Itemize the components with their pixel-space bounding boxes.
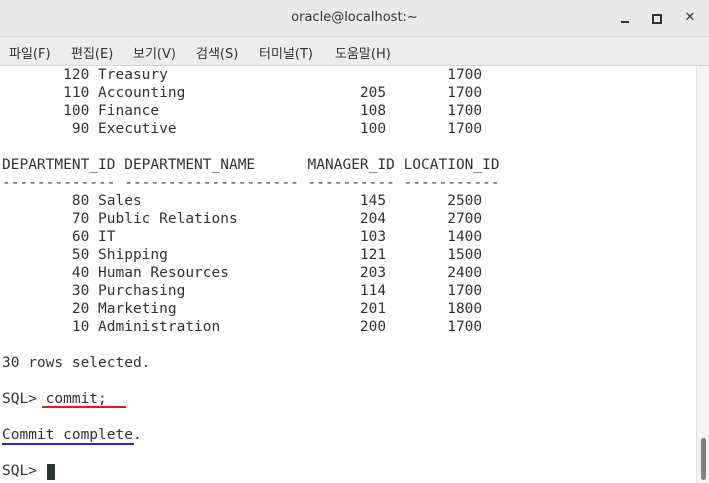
commit-complete-line: Commit complete. [2,427,142,443]
terminal-line: 30 Purchasing 114 1700 [2,283,483,299]
menu-terminal[interactable]: 터미널(T) [259,43,313,62]
terminal-line: 110 Accounting 205 1700 [2,85,483,101]
terminal-line: 120 Treasury 1700 [2,67,483,83]
column-header-line: DEPARTMENT_ID DEPARTMENT_NAME MANAGER_ID… [2,157,500,173]
terminal-line: 90 Executive 100 1700 [2,121,483,137]
terminal-cursor [47,464,55,480]
window-title: oracle@localhost:~ [291,10,418,25]
maximize-button[interactable] [646,8,666,28]
terminal-window: oracle@localhost:~ ✕ 파일(F) 편집(E) 보기(V) 검… [0,0,709,483]
menu-edit[interactable]: 편집(E) [71,43,113,62]
commit-complete-annotation-underline [2,443,134,445]
terminal-line: 70 Public Relations 204 2700 [2,211,483,227]
terminal-line: 80 Sales 145 2500 [2,193,483,209]
menu-search[interactable]: 검색(S) [196,43,238,62]
close-button[interactable]: ✕ [680,8,700,28]
terminal-line: 10 Administration 200 1700 [2,319,483,335]
terminal-line: 100 Finance 108 1700 [2,103,483,119]
terminal-line: 40 Human Resources 203 2400 [2,265,483,281]
terminal-line: 20 Marketing 201 1800 [2,301,483,317]
title-bar[interactable]: oracle@localhost:~ ✕ [0,0,709,37]
close-icon: ✕ [684,10,696,25]
minimize-button[interactable] [616,8,636,28]
scrollbar-thumb[interactable] [701,438,706,480]
terminal-line: 60 IT 103 1400 [2,229,483,245]
menu-bar: 파일(F) 편집(E) 보기(V) 검색(S) 터미널(T) 도움말(H) [0,37,709,66]
menu-file[interactable]: 파일(F) [9,43,51,62]
terminal-output[interactable]: 120 Treasury 1700 110 Accounting 205 170… [0,66,696,483]
terminal-line: 50 Shipping 121 1500 [2,247,483,263]
column-separator-line: ------------- -------------------- -----… [2,175,500,191]
vertical-scrollbar[interactable] [696,66,709,483]
maximize-icon [652,14,662,24]
sql-prompt-line: SQL> [2,463,46,479]
commit-annotation-underline [42,406,126,408]
rows-selected-line: 30 rows selected. [2,355,151,371]
menu-help[interactable]: 도움말(H) [335,43,391,62]
menu-view[interactable]: 보기(V) [133,43,176,62]
minimize-icon [621,21,629,23]
